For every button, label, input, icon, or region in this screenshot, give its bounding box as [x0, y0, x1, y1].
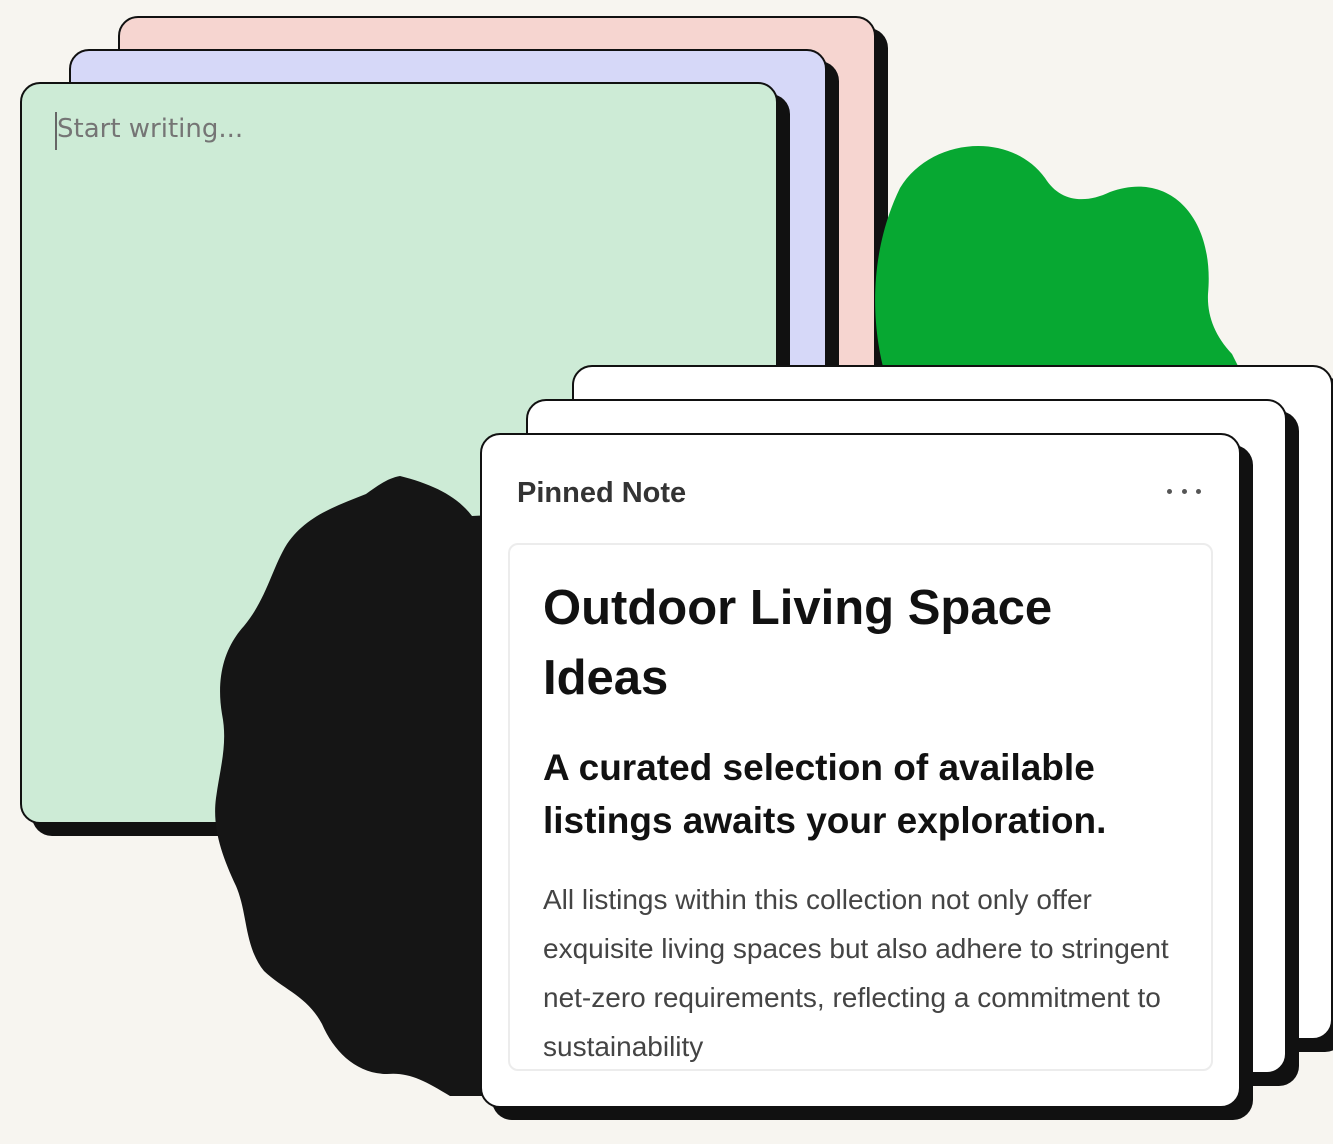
pinned-note-content[interactable]: Outdoor Living Space Ideas A curated sel… [508, 543, 1213, 1071]
note-body: All listings within this collection not … [543, 884, 1169, 1062]
pinned-note-card[interactable]: Pinned Note Outdoor Living Space Ideas A… [480, 433, 1241, 1108]
more-dot [1167, 488, 1172, 494]
more-options-icon[interactable] [1167, 481, 1201, 501]
note-subtitle: A curated selection of available listing… [543, 747, 1107, 841]
more-dot [1196, 488, 1201, 494]
more-dot [1181, 488, 1187, 494]
pinned-note-header: Pinned Note [517, 477, 687, 509]
cloud-icon [875, 145, 1250, 390]
note-title: Outdoor Living Space Ideas [543, 581, 1053, 705]
